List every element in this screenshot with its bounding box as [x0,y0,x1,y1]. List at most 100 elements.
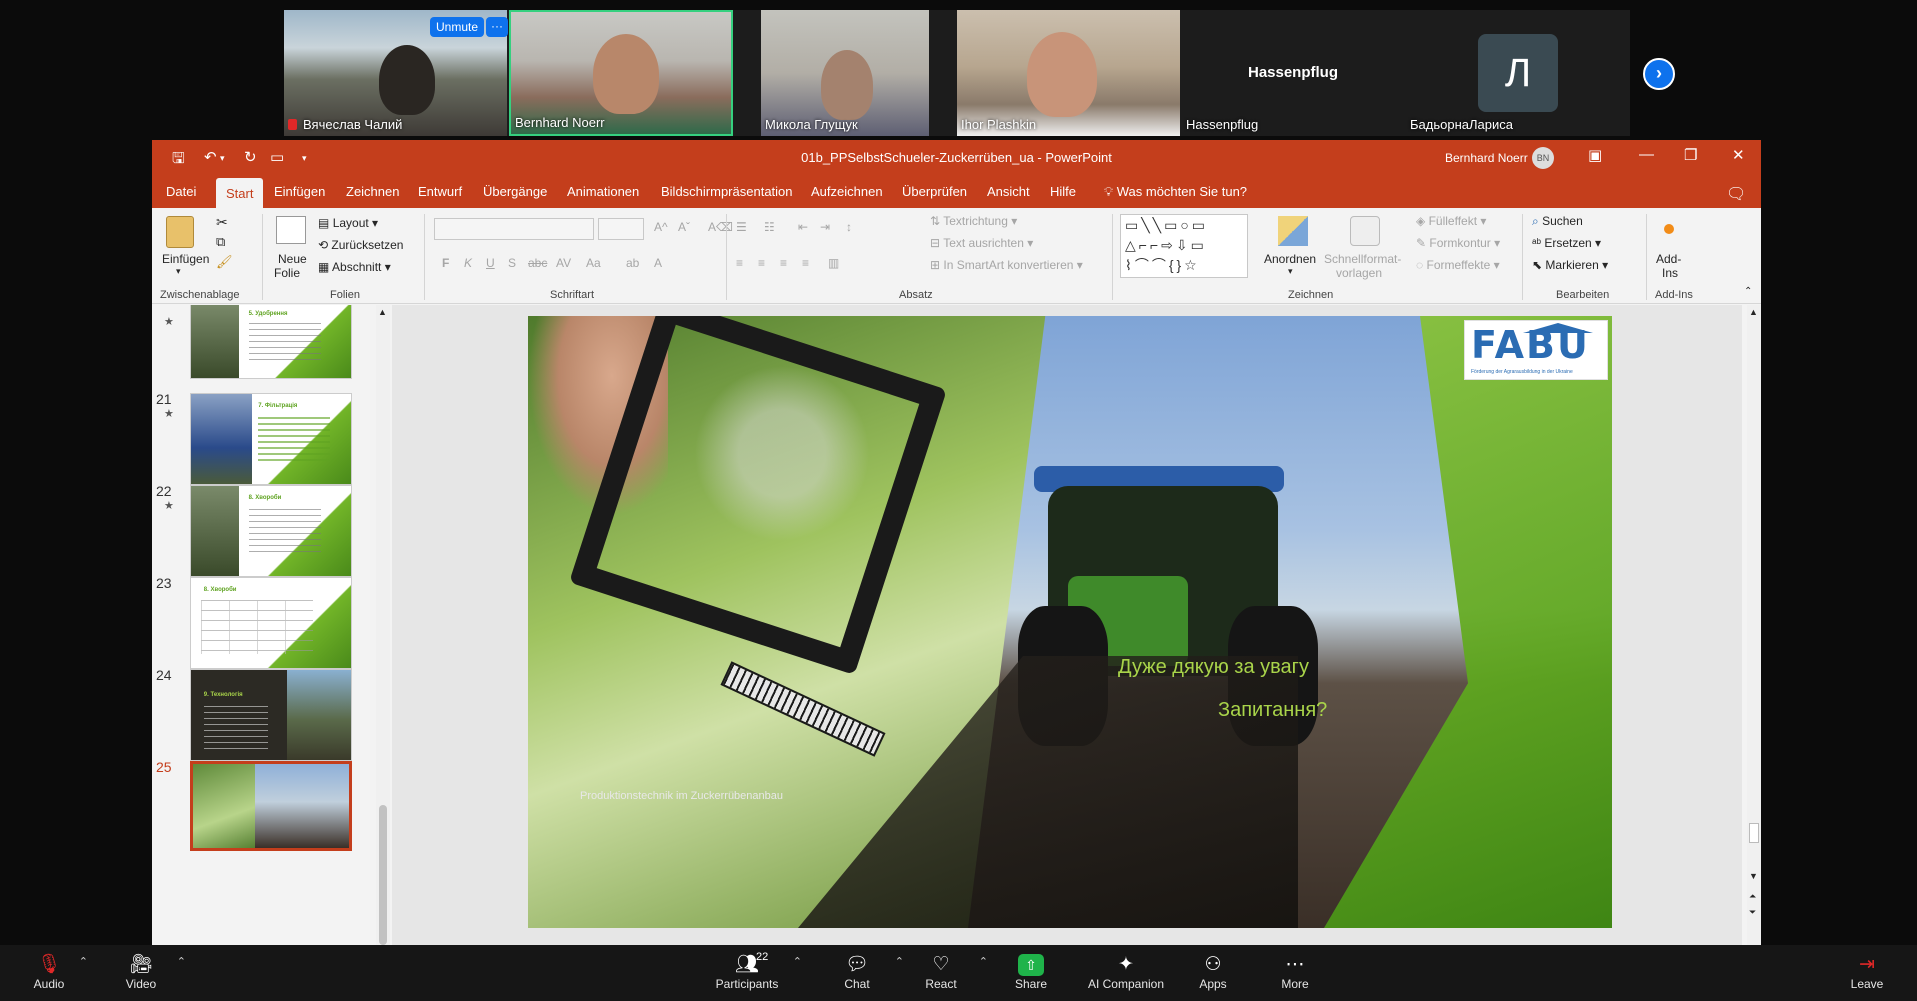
cut-icon[interactable]: ✂ [216,214,228,231]
section-button[interactable]: ▦ Abschnitt ▾ [318,260,391,274]
shape-effects-button[interactable]: ◌ Formeffekte ▾ [1416,258,1500,272]
tab-entwurf[interactable]: Entwurf [418,184,462,199]
slide-thumbnail[interactable]: 9. Технологія [190,669,352,761]
add-ins-button-line2[interactable]: Ins [1662,266,1678,280]
quick-styles-button-line2[interactable]: vorlagen [1336,266,1382,280]
chevron-up-icon[interactable]: ⌃ [793,955,802,968]
leave-button[interactable]: ⇥ Leave [1822,945,1912,1001]
decrease-font-icon[interactable]: Aˇ [678,220,690,234]
slide-thumbnail[interactable]: 7. Фільтрація [190,393,352,485]
decrease-indent-icon[interactable]: ⇤ [798,220,808,234]
react-button[interactable]: ♡ React ⌃ [896,945,988,1001]
copy-icon[interactable]: ⧉ [216,234,225,250]
minimize-icon[interactable]: — [1639,146,1654,163]
tab-start[interactable]: Start [216,178,264,209]
ai-companion-button[interactable]: ✦ AI Companion [1080,945,1172,1001]
audio-button[interactable]: 🎙︎ Audio ⌃ [4,945,94,1001]
tab-datei[interactable]: Datei [166,184,196,199]
current-slide[interactable]: Дуже дякую за увагу Запитання? Produktio… [528,316,1612,928]
previous-slide-icon[interactable]: ⏶ [1749,891,1756,902]
shape-outline-button[interactable]: ✎ Formkontur ▾ [1416,236,1500,250]
chevron-up-icon[interactable]: ⌃ [177,955,186,968]
tab-ueberpruefen[interactable]: Überprüfen [902,184,967,199]
bullets-icon[interactable]: ☰ [736,220,747,234]
chevron-up-icon[interactable]: ⌃ [79,955,88,968]
layout-button[interactable]: ▤ Layout ▾ [318,216,378,230]
slide-thumbnail[interactable]: 8. Хвороби [190,577,352,669]
italic-icon[interactable]: K [464,256,472,270]
paste-icon[interactable] [166,216,194,248]
chevron-down-icon[interactable]: ▾ [1288,266,1293,277]
slide-questions-text[interactable]: Запитання? [528,699,1612,722]
reset-button[interactable]: ⟲ Zurücksetzen [318,238,403,252]
align-right-icon[interactable]: ≡ [780,256,787,270]
participant-tile[interactable]: Микола Глущук [761,10,929,136]
align-text-button[interactable]: ⊟ Text ausrichten ▾ [930,236,1033,250]
text-direction-button[interactable]: ⇅ Textrichtung ▾ [930,214,1017,228]
share-button[interactable]: ⇧ Share [986,945,1076,1001]
slide-thanks-text[interactable]: Дуже дякую за увагу [528,656,1612,679]
columns-icon[interactable]: ▥ [828,256,839,270]
format-painter-icon[interactable]: 🖌︎ [216,254,233,270]
select-button[interactable]: ⬉ Markieren ▾ [1532,258,1608,272]
avatar[interactable]: BN [1532,147,1554,169]
participant-tile[interactable]: Л БадьорнаЛариса [1406,10,1630,136]
participant-tile-active-speaker[interactable]: Bernhard Noerr [509,10,733,136]
clear-formatting-icon[interactable]: A⌫ [708,220,733,234]
slide-thumbnail-selected[interactable] [190,761,352,851]
new-slide-icon[interactable] [276,216,306,244]
shape-fill-button[interactable]: ◈ Fülleffekt ▾ [1416,214,1486,228]
arrange-button[interactable]: Anordnen [1264,252,1316,266]
ribbon-display-options-icon[interactable]: ▣ [1588,146,1602,164]
more-options-button[interactable]: ··· [486,17,508,37]
comments-icon[interactable]: 🗨︎ [1726,184,1746,204]
quick-styles-button[interactable]: Schnellformat- [1324,252,1401,266]
character-spacing-icon[interactable]: AV [556,256,571,270]
font-size-select[interactable] [598,218,644,240]
participant-tile[interactable]: Ihor Plashkin [957,10,1180,136]
participants-button[interactable]: 👥︎ 22 Participants ⌃ [702,945,802,1001]
replace-button[interactable]: ᵃᵇ Ersetzen ▾ [1532,236,1601,250]
more-button[interactable]: ⋯ More [1250,945,1340,1001]
increase-indent-icon[interactable]: ⇥ [820,220,830,234]
align-left-icon[interactable]: ≡ [736,256,743,270]
add-ins-icon[interactable] [1664,224,1674,234]
close-icon[interactable]: ✕ [1732,146,1745,164]
tab-animationen[interactable]: Animationen [567,184,639,199]
user-name[interactable]: Bernhard Noerr [1445,151,1528,165]
tab-hilfe[interactable]: Hilfe [1050,184,1076,199]
slide-footer[interactable]: Produktionstechnik im Zuckerrübenanbau [580,790,783,802]
smartart-button[interactable]: ⊞ In SmartArt konvertieren ▾ [930,258,1083,272]
tab-einfuegen[interactable]: Einfügen [274,184,325,199]
shadow-icon[interactable]: S [508,256,516,270]
collapse-ribbon-icon[interactable]: ⌃ [1744,286,1752,297]
highlight-icon[interactable]: ab [626,256,639,270]
tab-bildschirmpraesentation[interactable]: Bildschirmpräsentation [661,184,793,199]
numbering-icon[interactable]: ☷ [764,220,775,234]
add-ins-button[interactable]: Add- [1656,252,1681,266]
participant-tile[interactable]: Hassenpflug Hassenpflug [1182,10,1404,136]
find-button[interactable]: ⌕ Suchen [1532,214,1583,229]
align-center-icon[interactable]: ≡ [758,256,765,270]
scrollbar-thumb[interactable] [1749,823,1759,843]
chat-button[interactable]: 💬︎ Chat ⌃ [812,945,904,1001]
arrange-icon[interactable] [1278,216,1308,246]
slide-scrollbar[interactable]: ▲ ▼ ⏶ ⏷ [1747,305,1761,945]
new-slide-button[interactable]: Neue [278,252,307,266]
tab-ansicht[interactable]: Ansicht [987,184,1030,199]
font-family-select[interactable] [434,218,594,240]
restore-icon[interactable]: ❐ [1684,146,1697,164]
thumbnail-scrollbar[interactable]: ▲ [376,305,390,945]
font-color-icon[interactable]: A [654,256,662,270]
scrollbar-thumb[interactable] [379,805,387,945]
increase-font-icon[interactable]: A^ [654,220,668,234]
tab-zeichnen[interactable]: Zeichnen [346,184,399,199]
scroll-up-icon[interactable]: ▲ [1749,307,1758,317]
chevron-down-icon[interactable]: ▾ [176,266,181,277]
slide-thumbnail[interactable]: 5. Удобрення [190,305,352,379]
justify-icon[interactable]: ≡ [802,256,809,270]
shapes-gallery[interactable]: ▭╲╲▭○▭ △⌐⌐⇨⇩▭ ⌇⌒⌒{}☆ [1120,214,1248,278]
line-spacing-icon[interactable]: ↕ [846,220,852,234]
tab-uebergaenge[interactable]: Übergänge [483,184,547,199]
video-button[interactable]: 🎥︎ Video ⌃ [96,945,186,1001]
